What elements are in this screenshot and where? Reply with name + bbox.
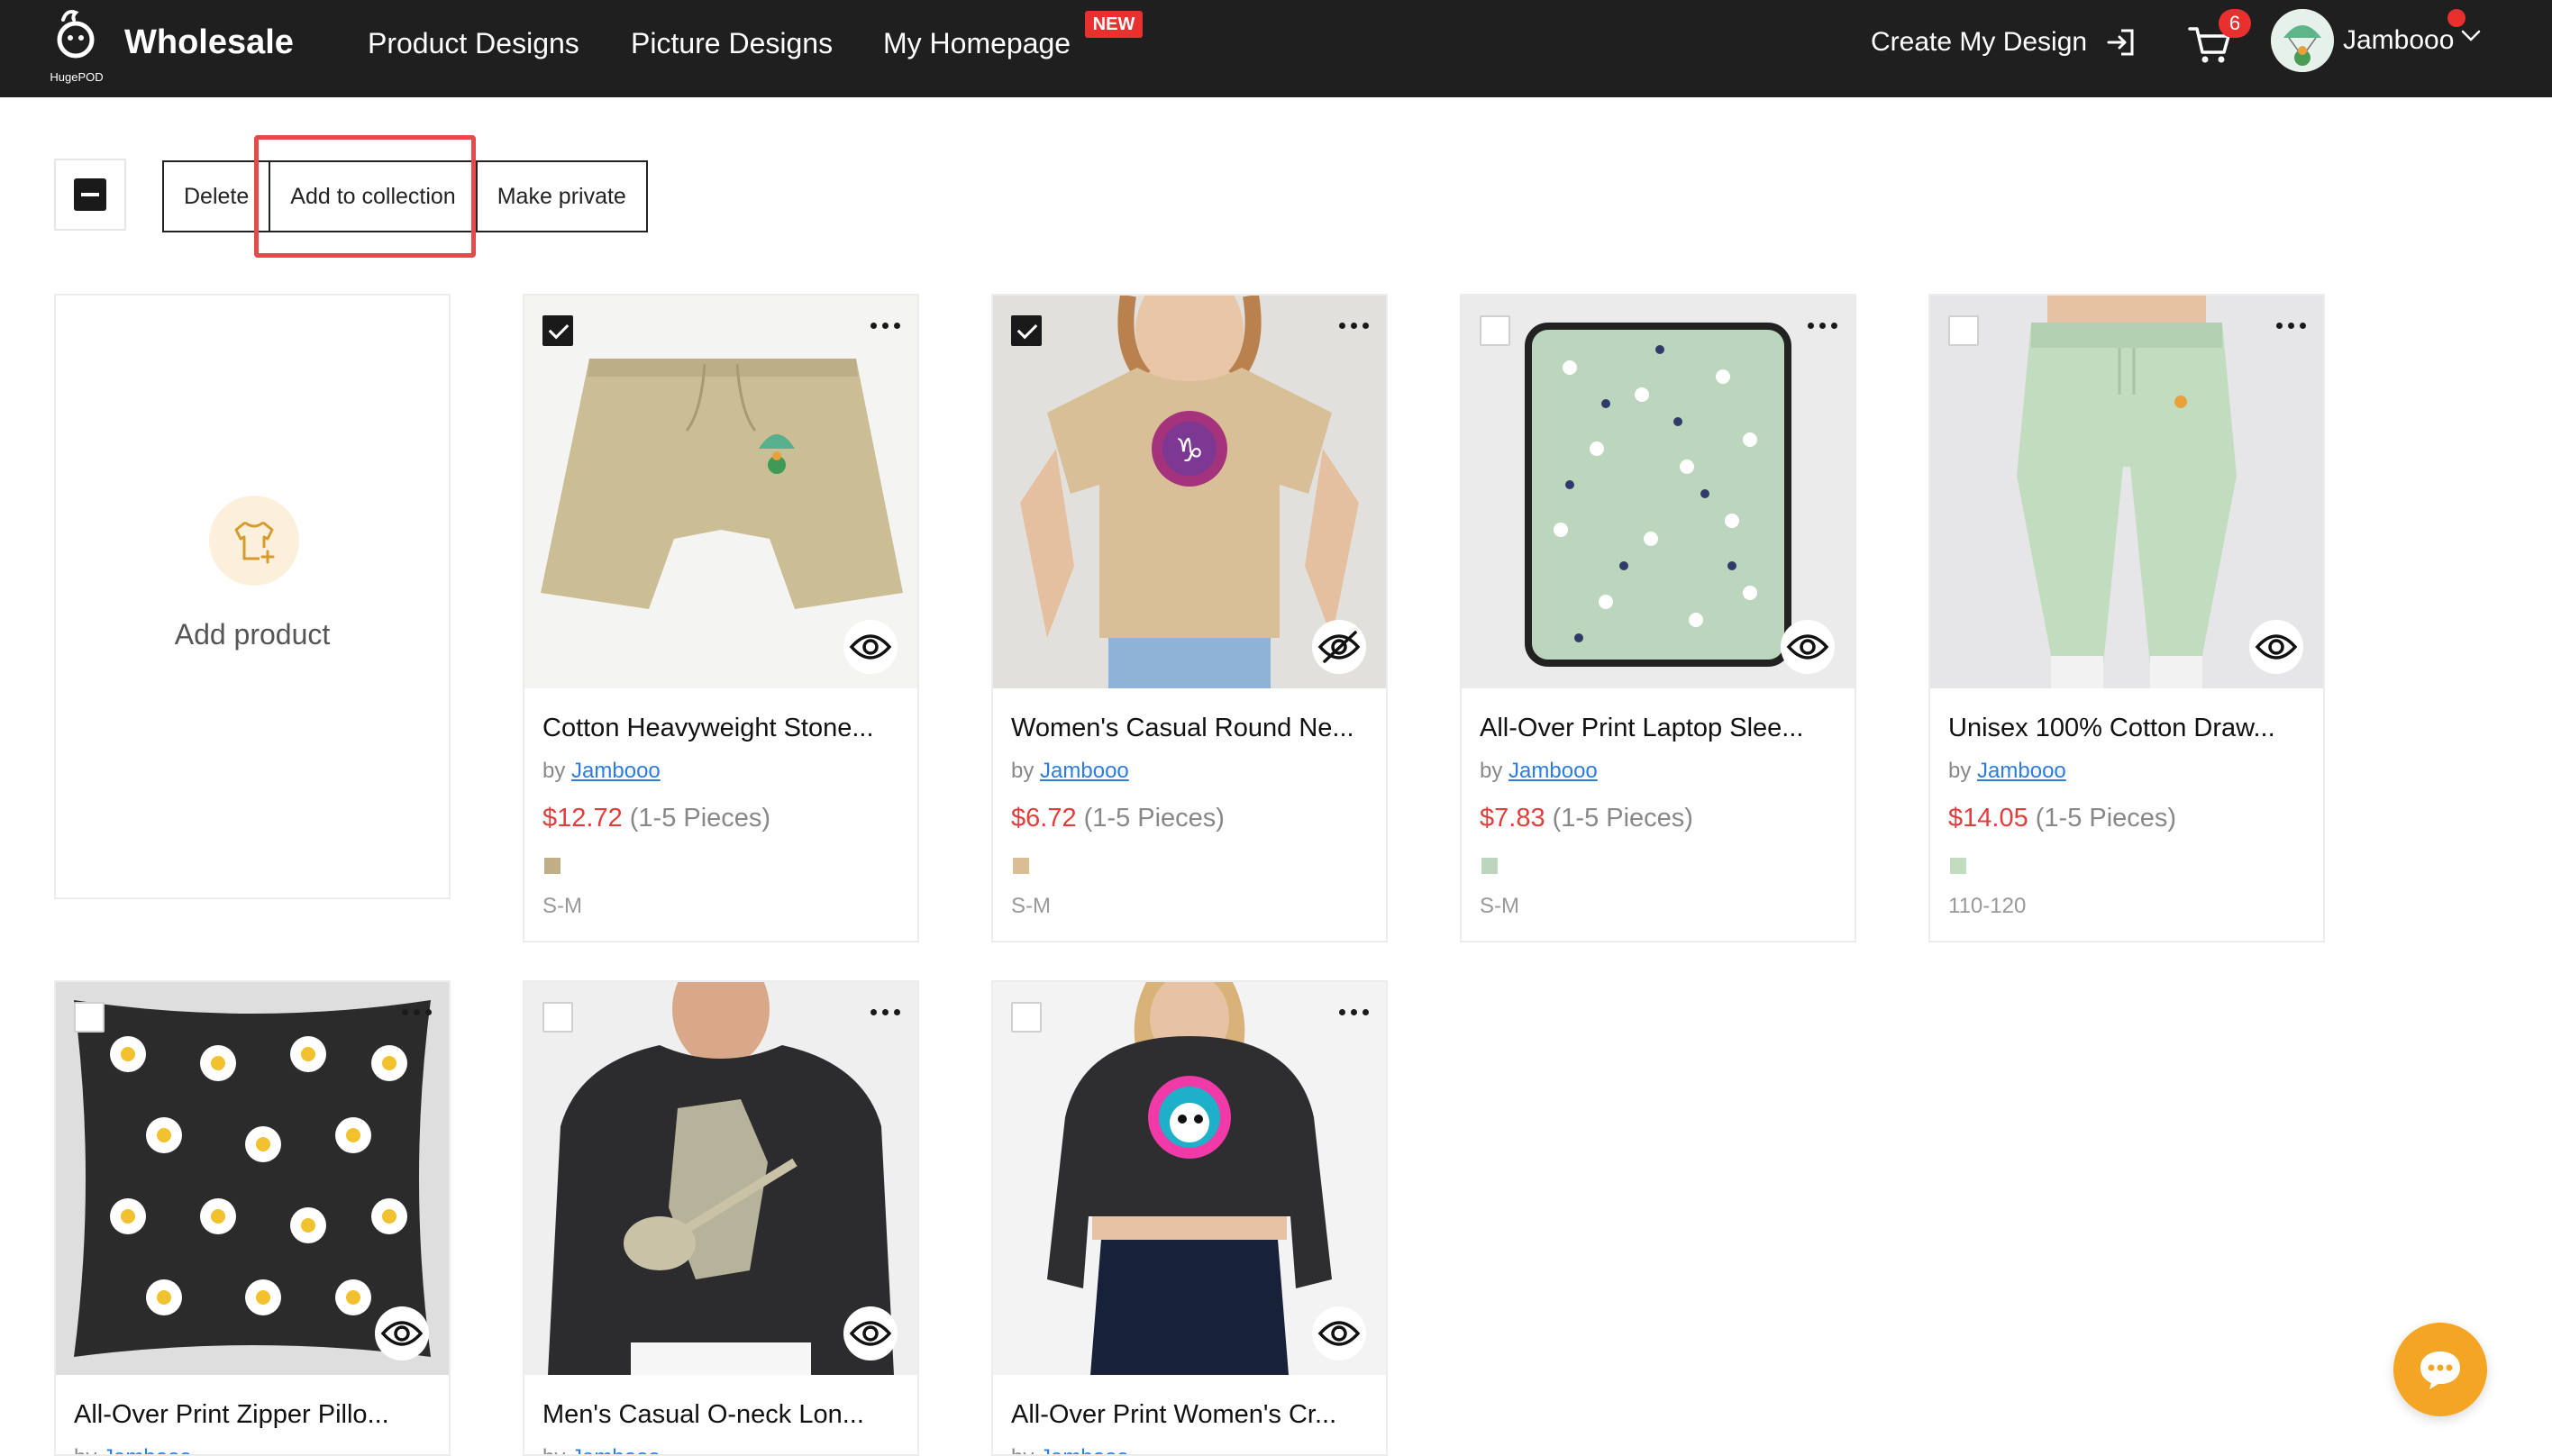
more-dots-icon[interactable] bbox=[1339, 317, 1372, 335]
nav-product-designs[interactable]: Product Designs bbox=[368, 27, 579, 60]
product-card[interactable]: Men's Casual O-neck Lon... by Jambooo bbox=[523, 980, 919, 1456]
product-author: by Jambooo bbox=[74, 1445, 192, 1454]
cart-count-badge: 6 bbox=[2219, 9, 2251, 38]
logo-text: HugePOD bbox=[50, 70, 104, 84]
product-author: by Jambooo bbox=[1011, 1445, 1129, 1454]
eye-icon[interactable] bbox=[375, 1306, 429, 1360]
product-image[interactable]: ♑ bbox=[993, 296, 1386, 688]
product-size: S-M bbox=[1011, 894, 1051, 918]
product-card[interactable]: All-Over Print Zipper Pillo... by Jamboo… bbox=[54, 980, 451, 1456]
product-card[interactable]: All-Over Print Women's Cr... by Jambooo bbox=[991, 980, 1388, 1456]
product-checkbox[interactable] bbox=[1011, 1002, 1042, 1033]
eye-icon[interactable] bbox=[843, 620, 898, 674]
product-author: by Jambooo bbox=[1011, 759, 1129, 783]
product-image[interactable] bbox=[524, 296, 917, 688]
shirt-plus-icon bbox=[234, 521, 275, 564]
new-badge: NEW bbox=[1085, 11, 1143, 38]
product-checkbox[interactable] bbox=[1480, 315, 1510, 346]
product-price: $14.05 (1-5 Pieces) bbox=[1948, 804, 2177, 833]
product-price: $12.72 (1-5 Pieces) bbox=[542, 804, 771, 833]
product-title[interactable]: Cotton Heavyweight Stone... bbox=[542, 714, 903, 743]
nav-my-homepage[interactable]: My Homepage bbox=[883, 27, 1071, 60]
login-arrow-icon[interactable] bbox=[2105, 27, 2136, 58]
add-product-card[interactable]: Add product bbox=[54, 294, 451, 899]
top-nav-bar: HugePOD Wholesale Product Designs Pictur… bbox=[0, 0, 2552, 97]
product-author: by Jambooo bbox=[1480, 759, 1598, 783]
product-checkbox[interactable] bbox=[542, 1002, 573, 1033]
product-title[interactable]: Women's Casual Round Ne... bbox=[1011, 714, 1372, 743]
product-image[interactable] bbox=[524, 982, 917, 1375]
product-title[interactable]: All-Over Print Women's Cr... bbox=[1011, 1400, 1372, 1430]
eye-icon[interactable] bbox=[2249, 620, 2303, 674]
svg-text:♑: ♑ bbox=[1175, 432, 1204, 469]
notification-dot bbox=[2447, 9, 2465, 27]
author-link[interactable]: Jambooo bbox=[1040, 759, 1129, 783]
color-swatch[interactable] bbox=[1950, 858, 1966, 874]
avatar[interactable] bbox=[2271, 9, 2334, 72]
add-product-label: Add product bbox=[174, 618, 331, 651]
product-size: S-M bbox=[542, 894, 582, 918]
product-size: S-M bbox=[1480, 894, 1519, 918]
create-my-design-link[interactable]: Create My Design bbox=[1871, 27, 2087, 58]
product-checkbox[interactable] bbox=[542, 315, 573, 346]
author-link[interactable]: Jambooo bbox=[103, 1445, 192, 1454]
eye-icon[interactable] bbox=[843, 1306, 898, 1360]
chat-button[interactable] bbox=[2393, 1323, 2487, 1416]
chat-icon bbox=[2420, 1351, 2460, 1389]
product-card[interactable]: All-Over Print Laptop Slee... by Jambooo… bbox=[1460, 294, 1856, 942]
product-image[interactable] bbox=[56, 982, 449, 1375]
eye-icon[interactable] bbox=[1781, 620, 1835, 674]
eye-off-icon[interactable] bbox=[1312, 620, 1366, 674]
product-checkbox[interactable] bbox=[1948, 315, 1979, 346]
product-price: $7.83 (1-5 Pieces) bbox=[1480, 804, 1693, 833]
chevron-down-icon[interactable] bbox=[2460, 29, 2482, 43]
author-link[interactable]: Jambooo bbox=[1040, 1445, 1129, 1454]
color-swatch[interactable] bbox=[1481, 858, 1498, 874]
more-dots-icon[interactable] bbox=[2276, 317, 2309, 335]
product-title[interactable]: All-Over Print Zipper Pillo... bbox=[74, 1400, 434, 1430]
product-author: by Jambooo bbox=[542, 759, 661, 783]
product-size: 110-120 bbox=[1948, 894, 2027, 918]
product-title[interactable]: All-Over Print Laptop Slee... bbox=[1480, 714, 1840, 743]
product-card[interactable]: Cotton Heavyweight Stone... by Jambooo $… bbox=[523, 294, 919, 942]
more-dots-icon[interactable] bbox=[1339, 1004, 1372, 1022]
product-title[interactable]: Men's Casual O-neck Lon... bbox=[542, 1400, 903, 1430]
author-link[interactable]: Jambooo bbox=[1508, 759, 1598, 783]
more-dots-icon[interactable] bbox=[1808, 317, 1840, 335]
more-dots-icon[interactable] bbox=[402, 1004, 434, 1022]
color-swatch[interactable] bbox=[544, 858, 561, 874]
product-image[interactable] bbox=[1462, 296, 1855, 688]
hugepod-logo[interactable]: HugePOD bbox=[41, 7, 112, 86]
product-title[interactable]: Unisex 100% Cotton Draw... bbox=[1948, 714, 2309, 743]
author-link[interactable]: Jambooo bbox=[571, 1445, 661, 1454]
brand-title[interactable]: Wholesale bbox=[124, 23, 294, 62]
user-name[interactable]: Jambooo bbox=[2343, 25, 2454, 56]
author-link[interactable]: Jambooo bbox=[571, 759, 661, 783]
delete-button[interactable]: Delete bbox=[164, 162, 271, 231]
hugepod-logo-icon bbox=[57, 10, 95, 59]
product-author: by Jambooo bbox=[1948, 759, 2066, 783]
product-checkbox[interactable] bbox=[1011, 315, 1042, 346]
product-price: $6.72 (1-5 Pieces) bbox=[1011, 804, 1225, 833]
author-link[interactable]: Jambooo bbox=[1977, 759, 2066, 783]
eye-icon[interactable] bbox=[1312, 1306, 1366, 1360]
product-checkbox[interactable] bbox=[74, 1002, 105, 1033]
more-dots-icon[interactable] bbox=[870, 1004, 903, 1022]
make-private-button[interactable]: Make private bbox=[477, 162, 646, 231]
product-author: by Jambooo bbox=[542, 1445, 661, 1454]
product-card[interactable]: Unisex 100% Cotton Draw... by Jambooo $1… bbox=[1928, 294, 2325, 942]
bulk-action-group: Delete Add to collection Make private bbox=[162, 160, 648, 232]
product-image[interactable] bbox=[1930, 296, 2323, 688]
add-to-collection-button[interactable]: Add to collection bbox=[270, 162, 478, 231]
more-dots-icon[interactable] bbox=[870, 317, 903, 335]
nav-picture-designs[interactable]: Picture Designs bbox=[631, 27, 833, 60]
product-image[interactable] bbox=[993, 982, 1386, 1375]
product-card[interactable]: ♑ Women's Casual Round Ne... by Jambooo … bbox=[991, 294, 1388, 942]
color-swatch[interactable] bbox=[1013, 858, 1029, 874]
select-all-checkbox[interactable] bbox=[54, 159, 126, 231]
